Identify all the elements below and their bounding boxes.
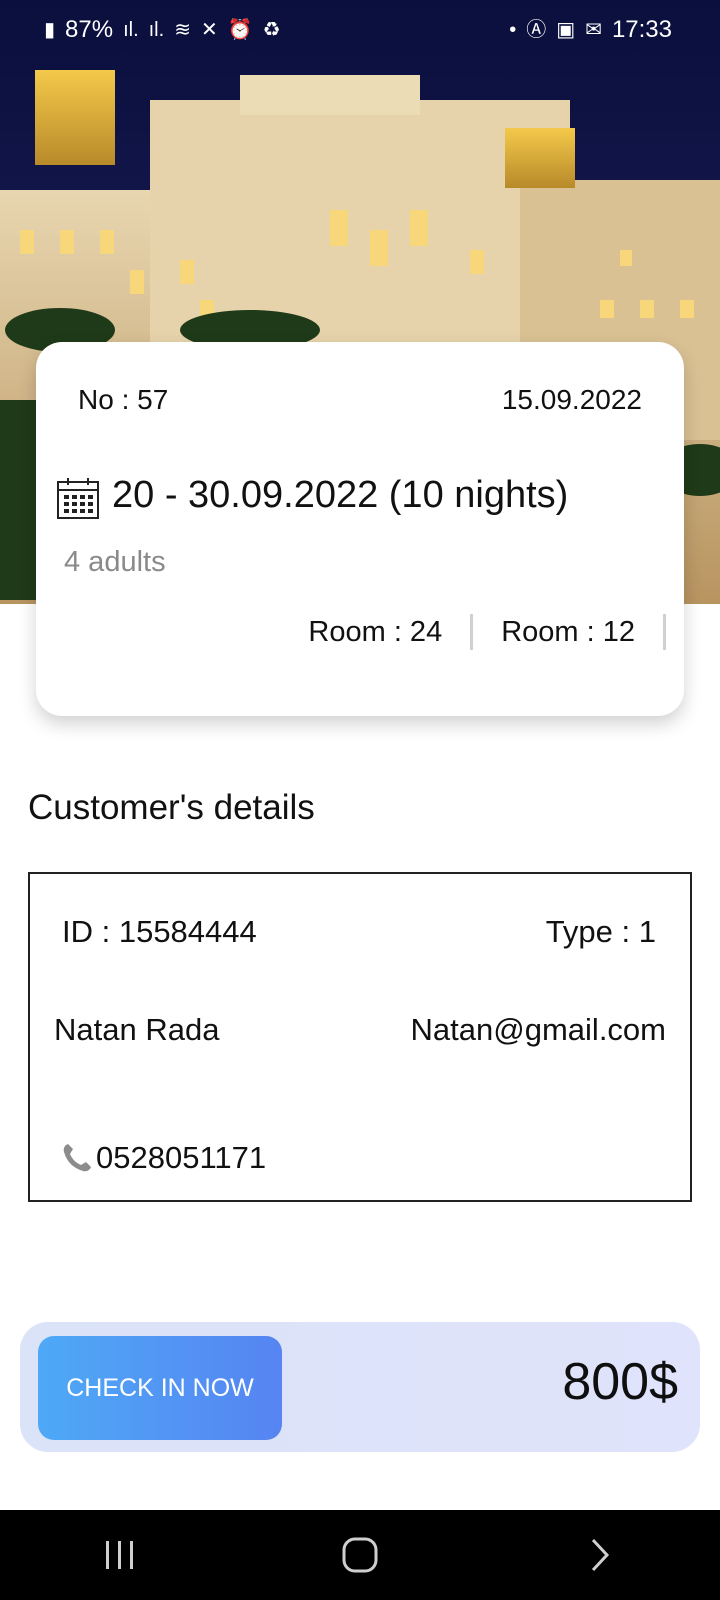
phone-icon [63, 1144, 91, 1172]
guest-count: 4 adults [64, 546, 166, 578]
gallery-icon: ▣ [556, 19, 576, 41]
phone-number: 0528051171 [96, 1140, 267, 1175]
booking-card: No : 57 15.09.2022 20 - 30.09.2022 (10 n… [36, 342, 684, 716]
customer-name: Natan Rada [54, 1012, 220, 1047]
wifi-icon: ≋ [174, 19, 191, 41]
room-divider [663, 614, 666, 650]
calendar-icon [57, 478, 99, 519]
home-button[interactable] [320, 1515, 400, 1595]
battery-percent: 87% [65, 16, 114, 43]
customer-phone[interactable]: 0528051171 [60, 1140, 266, 1176]
customer-details-box: ID : 15584444 Type : 1 Natan Rada Natan@… [28, 872, 692, 1202]
booking-number: No : 57 [78, 384, 169, 415]
battery-saver-icon: ♻ [262, 19, 281, 41]
battery-icon: ▮ [44, 19, 56, 41]
back-button[interactable] [560, 1515, 640, 1595]
total-price: 800$ [562, 1353, 678, 1411]
alarm-icon: ⏰ [227, 19, 253, 41]
stay-date-range: 20 - 30.09.2022 (10 nights) [112, 474, 569, 516]
customer-email[interactable]: Natan@gmail.com [411, 1012, 666, 1048]
checkout-bar: CHECK IN NOW 800$ [20, 1322, 700, 1452]
recent-apps-button[interactable] [80, 1515, 160, 1595]
room-list: Room : 24 Room : 12 [280, 614, 666, 650]
customer-section-title: Customer's details [28, 788, 315, 827]
booking-date: 15.09.2022 [501, 384, 642, 415]
dot-icon: • [509, 19, 517, 41]
customer-id: ID : 15584444 [62, 914, 257, 949]
status-right: • Ⓐ ▣ ✉ 17:33 [509, 16, 672, 44]
room-item: Room : 12 [501, 615, 635, 648]
app-notification-icon: Ⓐ [526, 19, 547, 41]
mute-icon: ✕ [200, 19, 218, 41]
status-time: 17:33 [611, 16, 672, 43]
recent-apps-icon [106, 1541, 133, 1569]
check-in-button[interactable]: CHECK IN NOW [38, 1336, 282, 1440]
status-left: ▮ 87% ıl. ıl. ≋ ✕ ⏰ ♻ [44, 16, 281, 44]
signal-icon: ıl. [123, 19, 139, 41]
home-icon [342, 1537, 378, 1573]
back-icon [591, 1538, 610, 1572]
room-item: Room : 24 [308, 615, 443, 648]
system-nav-bar [0, 1510, 720, 1600]
signal-icon-2: ıl. [148, 19, 165, 41]
status-bar: ▮ 87% ıl. ıl. ≋ ✕ ⏰ ♻ • Ⓐ ▣ ✉ 17:33 [0, 0, 720, 60]
mail-icon: ✉ [585, 19, 602, 41]
customer-type: Type : 1 [545, 914, 656, 949]
